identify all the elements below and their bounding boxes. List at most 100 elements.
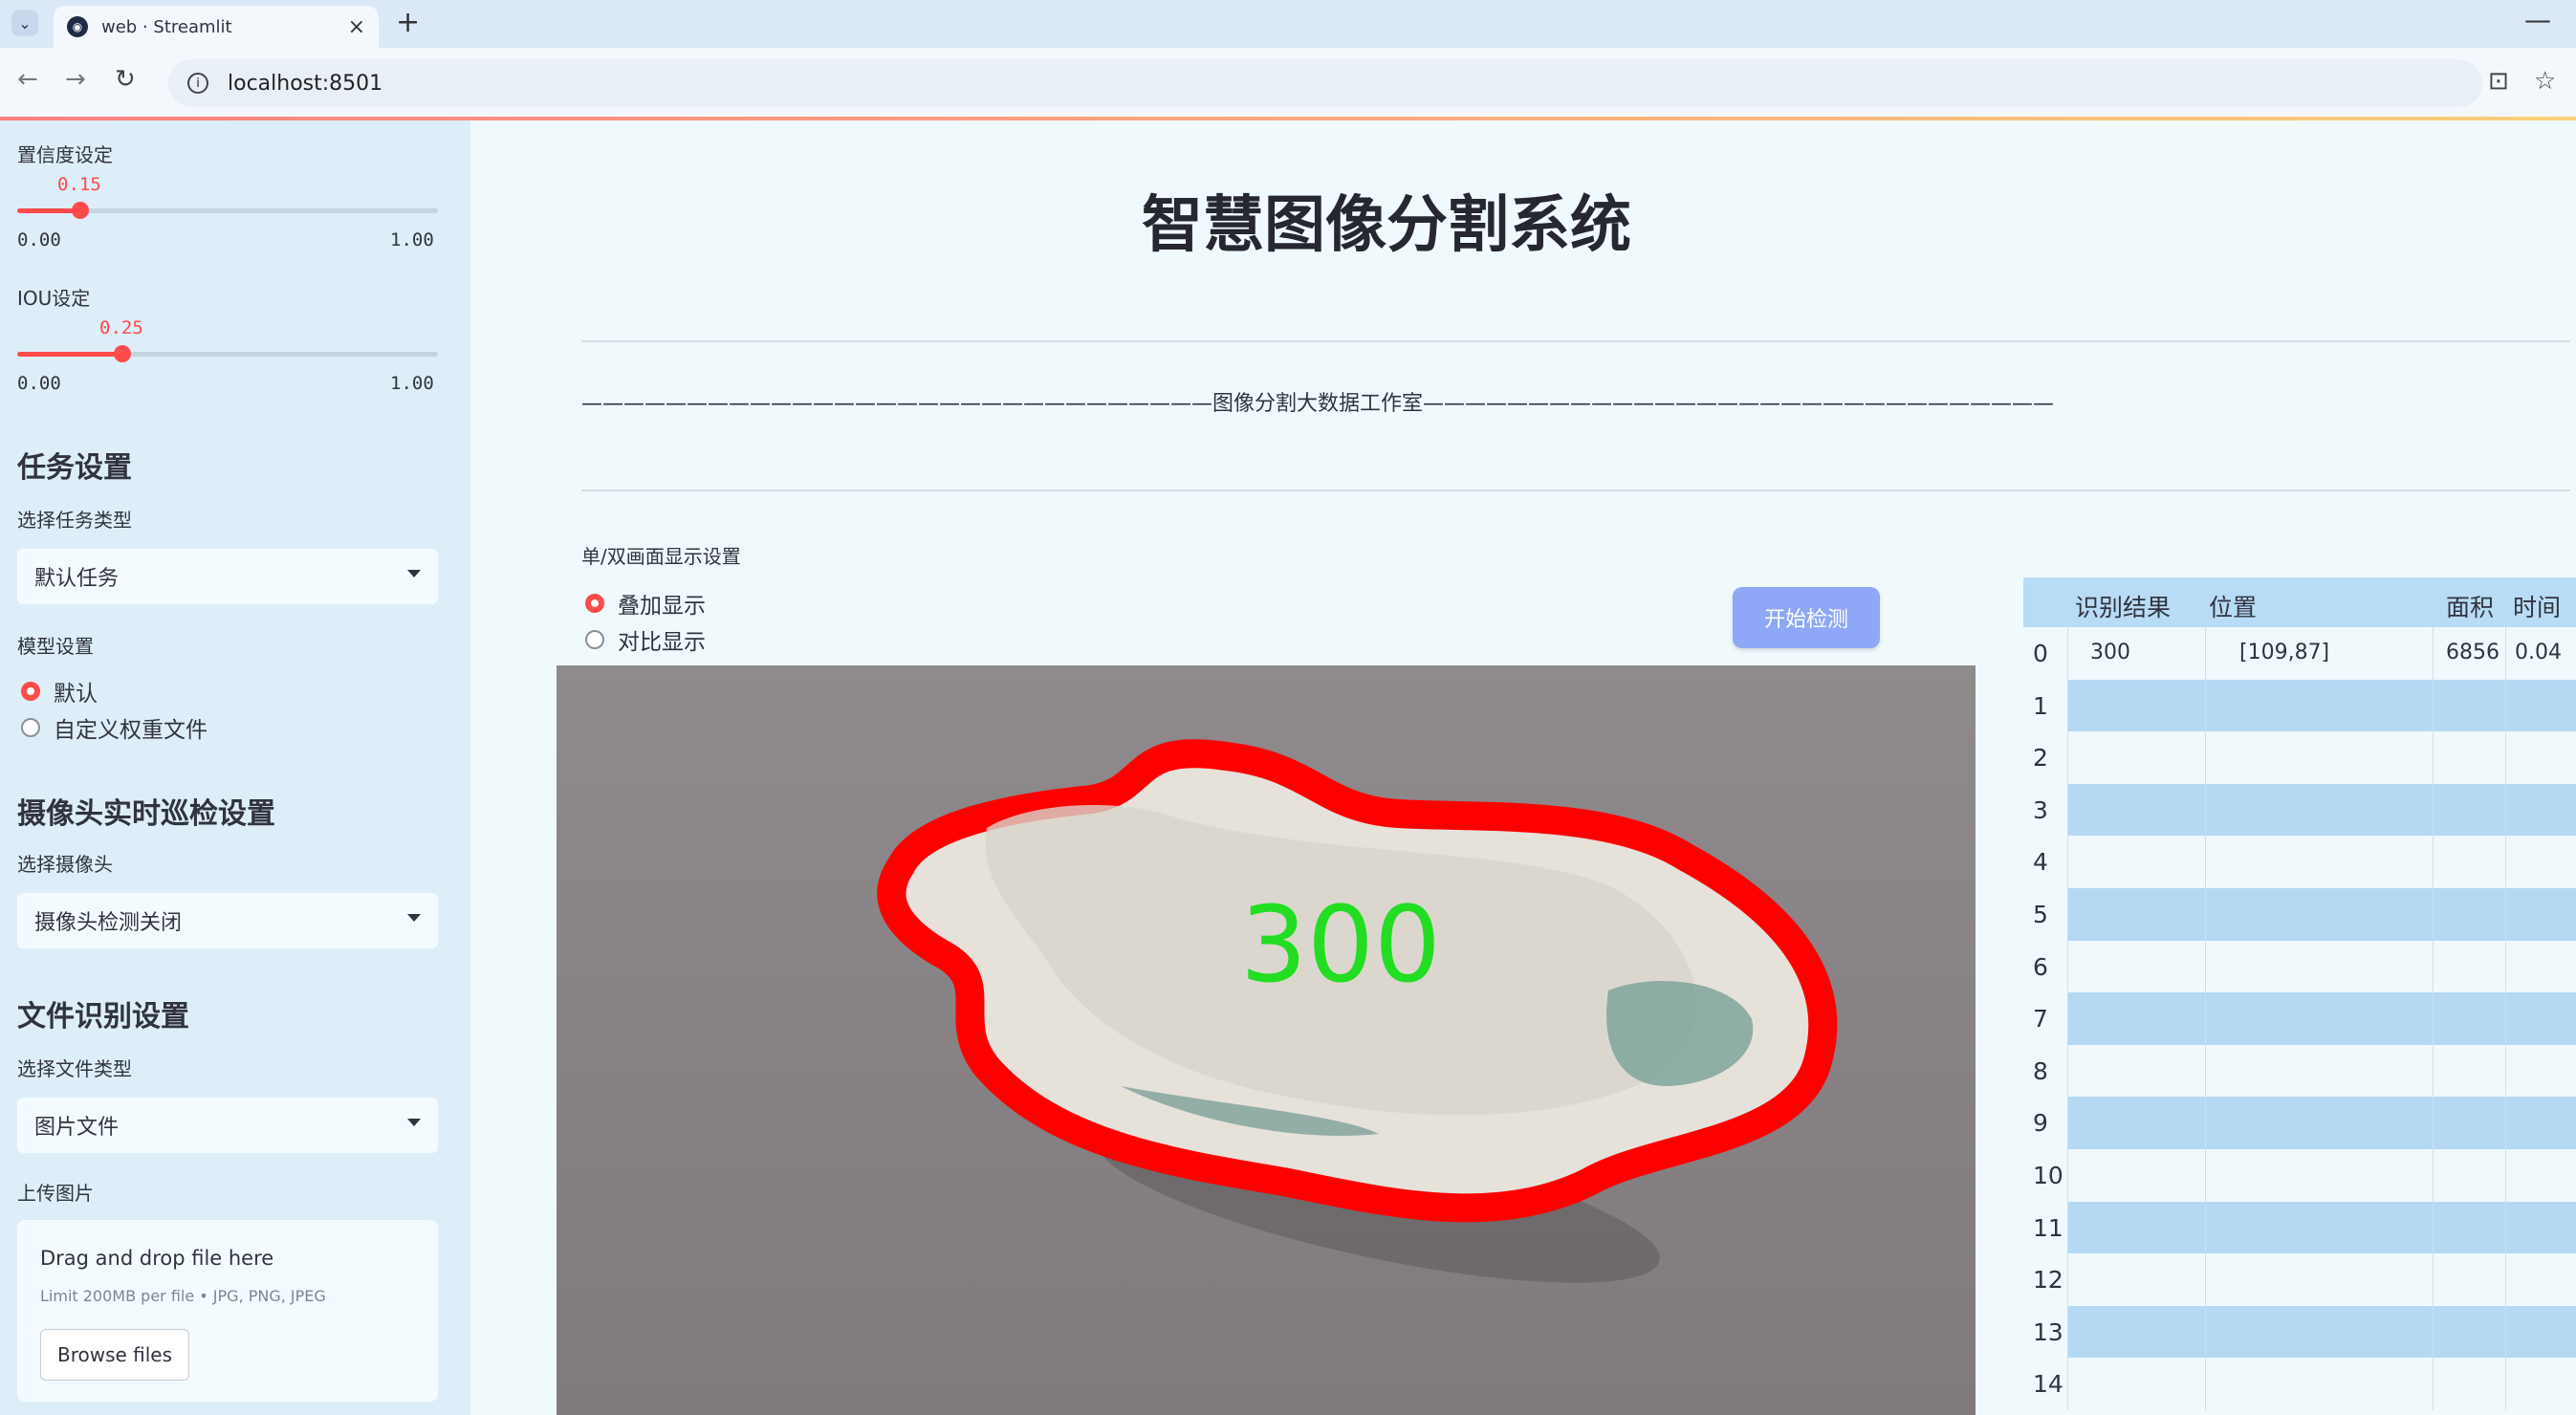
- column-divider: [2067, 1149, 2068, 1202]
- file-uploader-dropzone[interactable]: Drag and drop file here Limit 200MB per …: [17, 1220, 438, 1402]
- column-divider: [2505, 940, 2506, 993]
- confidence-value: 0.15: [57, 174, 101, 195]
- display-option-overlay[interactable]: 叠加显示: [585, 587, 706, 620]
- detection-label-text: 300: [1240, 883, 1441, 1006]
- column-divider: [2433, 1358, 2434, 1411]
- table-row[interactable]: 5: [2023, 888, 2576, 941]
- segmentation-overlay-image: 300: [557, 665, 1976, 1415]
- column-divider: [2433, 940, 2434, 993]
- table-row[interactable]: 14: [2023, 1358, 2576, 1411]
- column-divider: [2433, 731, 2434, 785]
- task-type-select[interactable]: 默认任务: [17, 549, 438, 604]
- column-divider: [2433, 1149, 2434, 1202]
- row-index: 3: [2023, 783, 2067, 837]
- column-header-area[interactable]: 面积: [2446, 589, 2494, 623]
- address-bar[interactable]: i localhost:8501: [168, 59, 2482, 107]
- iou-slider-thumb[interactable]: [114, 345, 131, 362]
- minimize-icon[interactable]: —: [2524, 4, 2551, 35]
- camera-select-value: 摄像头检测关闭: [34, 911, 183, 935]
- column-divider: [2205, 836, 2206, 889]
- column-divider: [2433, 1253, 2434, 1307]
- column-divider: [2067, 1097, 2068, 1150]
- column-divider: [2205, 1253, 2206, 1307]
- model-option-custom[interactable]: 自定义权重文件: [21, 711, 207, 744]
- column-header-position[interactable]: 位置: [2209, 589, 2257, 623]
- table-row[interactable]: 1: [2023, 679, 2576, 732]
- cell-result[interactable]: 300: [2090, 641, 2130, 664]
- iou-slider[interactable]: [17, 345, 438, 362]
- column-divider: [2433, 888, 2434, 941]
- table-row[interactable]: 13: [2023, 1305, 2576, 1359]
- confidence-slider-thumb[interactable]: [72, 202, 89, 219]
- close-tab-icon[interactable]: ×: [348, 15, 365, 39]
- column-divider: [2205, 1305, 2206, 1359]
- table-row[interactable]: 10: [2023, 1149, 2576, 1202]
- divider: [581, 340, 2570, 342]
- confidence-slider[interactable]: [17, 202, 438, 219]
- row-index: 0: [2023, 627, 2067, 680]
- task-type-value: 默认任务: [34, 567, 120, 591]
- browse-files-button[interactable]: Browse files: [40, 1329, 189, 1381]
- radio-selected-icon[interactable]: [21, 682, 40, 701]
- column-divider: [2505, 783, 2506, 837]
- column-divider: [2067, 992, 2068, 1046]
- upload-limit-text: Limit 200MB per file • JPG, PNG, JPEG: [40, 1287, 326, 1305]
- display-option-compare[interactable]: 对比显示: [585, 623, 706, 656]
- cell-position[interactable]: [109,87]: [2239, 641, 2329, 664]
- row-index: 13: [2023, 1305, 2067, 1359]
- camera-select-label: 选择摄像头: [17, 853, 113, 876]
- table-row[interactable]: 7: [2023, 992, 2576, 1046]
- file-type-select[interactable]: 图片文件: [17, 1098, 438, 1153]
- column-divider: [2067, 783, 2068, 837]
- column-divider: [2433, 1097, 2434, 1150]
- site-info-icon[interactable]: i: [187, 73, 208, 94]
- camera-select[interactable]: 摄像头检测关闭: [17, 893, 438, 948]
- bookmark-star-icon[interactable]: ☆: [2534, 67, 2556, 96]
- iou-label: IOU设定: [17, 287, 91, 310]
- model-settings-label: 模型设置: [17, 635, 94, 658]
- task-type-label: 选择任务类型: [17, 509, 132, 532]
- radio-unselected-icon[interactable]: [21, 718, 40, 737]
- table-row[interactable]: 8: [2023, 1044, 2576, 1098]
- column-divider: [2505, 1305, 2506, 1359]
- model-option-default[interactable]: 默认: [21, 675, 98, 708]
- table-row[interactable]: 9: [2023, 1097, 2576, 1150]
- row-index: 14: [2023, 1358, 2067, 1411]
- row-index: 9: [2023, 1097, 2067, 1150]
- forward-icon[interactable]: →: [65, 65, 86, 94]
- upload-drag-text: Drag and drop file here: [40, 1247, 274, 1270]
- column-header-result[interactable]: 识别结果: [2075, 589, 2171, 623]
- column-divider: [2205, 1044, 2206, 1098]
- start-detection-button[interactable]: 开始检测: [1733, 587, 1880, 648]
- table-row[interactable]: 2: [2023, 731, 2576, 785]
- column-divider: [2205, 1097, 2206, 1150]
- browser-navbar: ← → ↻ i localhost:8501 ⊡ ☆: [0, 48, 2576, 117]
- column-header-time[interactable]: 时间: [2513, 589, 2561, 623]
- tab-title: web · Streamlit: [101, 16, 232, 37]
- new-tab-icon[interactable]: +: [396, 6, 420, 39]
- browser-tab[interactable]: ◉ web · Streamlit ×: [54, 6, 379, 48]
- radio-selected-icon[interactable]: [585, 594, 604, 613]
- reload-icon[interactable]: ↻: [115, 65, 136, 94]
- back-icon[interactable]: ←: [17, 65, 38, 94]
- table-row[interactable]: 0 300 [109,87] 6856 0.04: [2023, 627, 2576, 680]
- studio-banner: ——————————————————————————————图像分割大数据工作室…: [581, 392, 2055, 416]
- row-index: 2: [2023, 731, 2067, 785]
- table-row[interactable]: 11: [2023, 1201, 2576, 1254]
- row-index: 6: [2023, 940, 2067, 993]
- column-divider: [2505, 1044, 2506, 1098]
- confidence-min: 0.00: [17, 229, 61, 250]
- table-row[interactable]: 12: [2023, 1253, 2576, 1307]
- row-index: 5: [2023, 888, 2067, 941]
- tab-list-chevron-icon[interactable]: ⌄: [11, 10, 38, 36]
- table-row[interactable]: 3: [2023, 783, 2576, 837]
- cell-time[interactable]: 0.04: [2515, 641, 2562, 664]
- row-index: 8: [2023, 1044, 2067, 1098]
- table-row[interactable]: 4: [2023, 836, 2576, 889]
- column-divider: [2505, 731, 2506, 785]
- table-row[interactable]: 6: [2023, 940, 2576, 993]
- model-option-label: 默认: [54, 682, 98, 707]
- radio-unselected-icon[interactable]: [585, 630, 604, 649]
- translate-icon[interactable]: ⊡: [2488, 67, 2509, 96]
- cell-area[interactable]: 6856: [2446, 641, 2500, 664]
